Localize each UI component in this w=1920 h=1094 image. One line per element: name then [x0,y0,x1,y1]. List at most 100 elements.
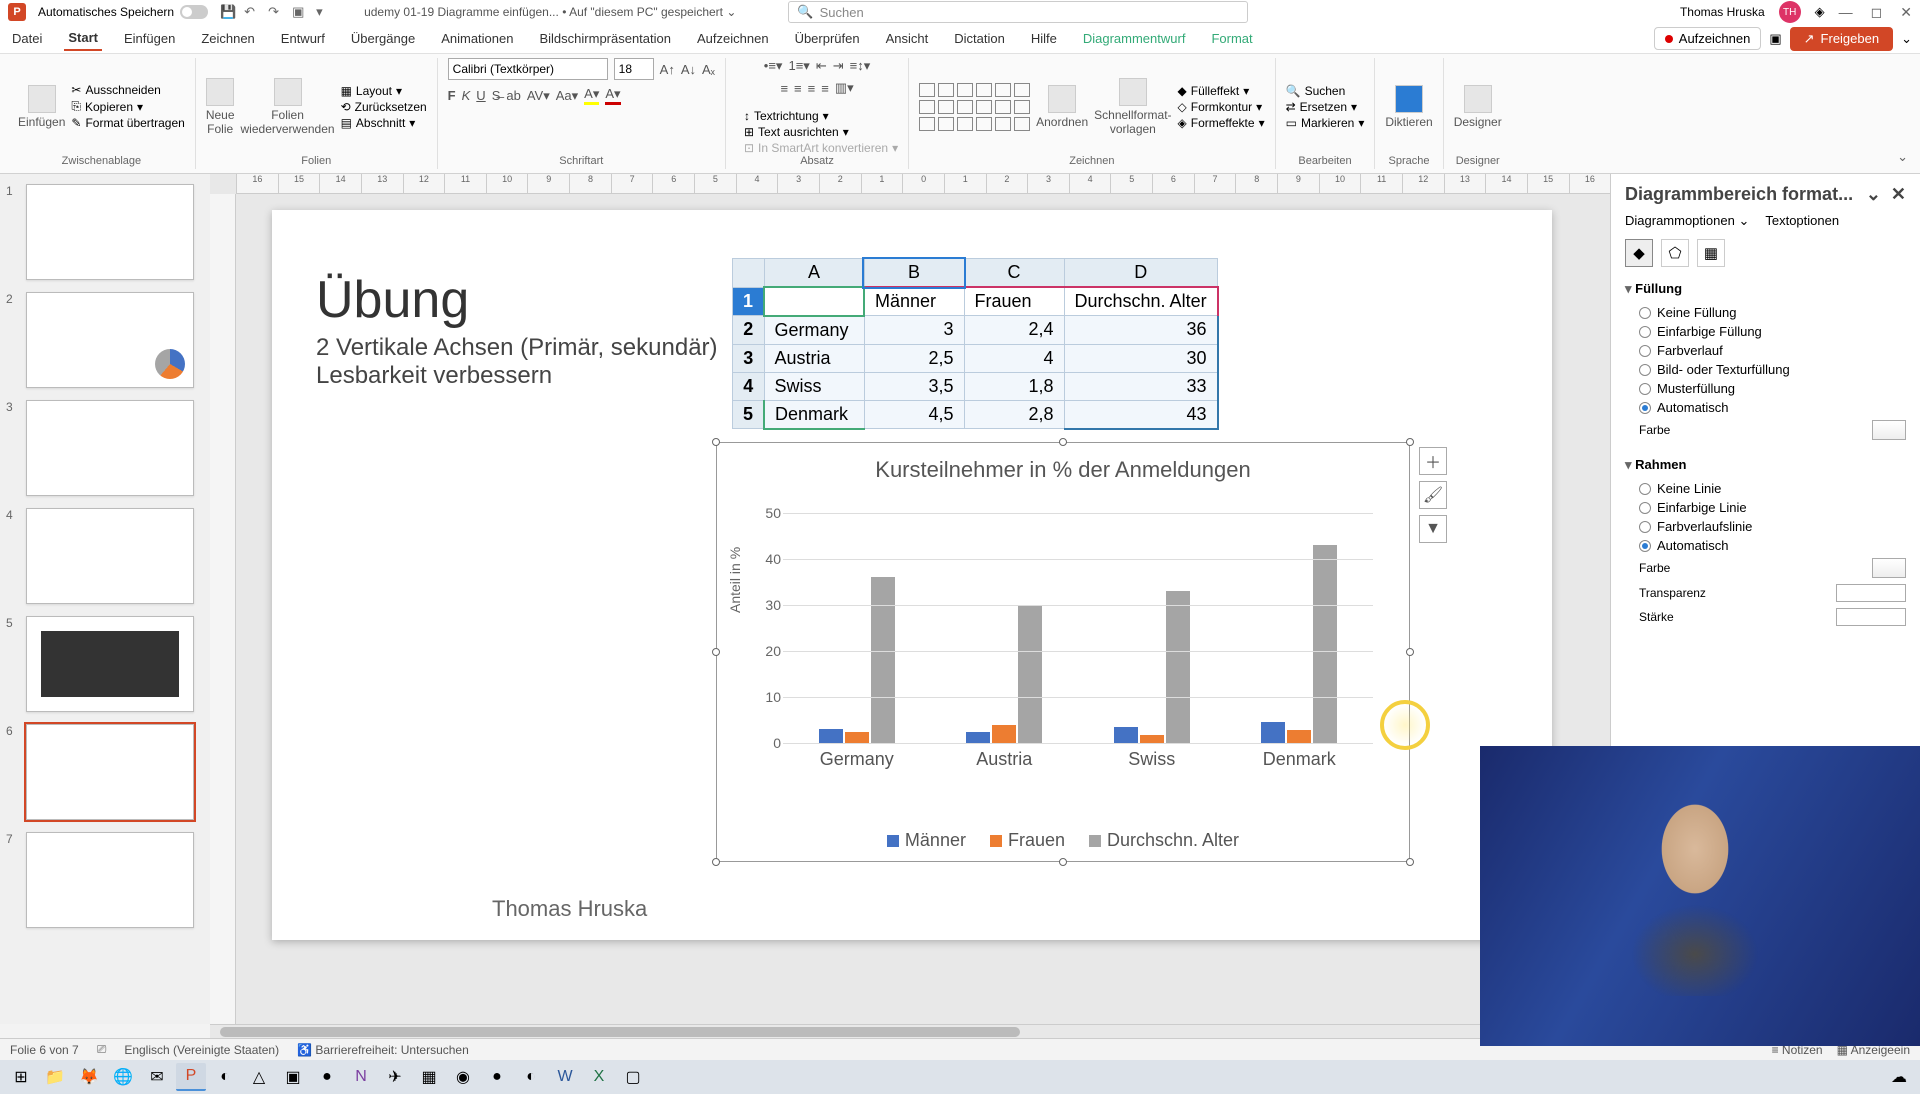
tab-ansicht[interactable]: Ansicht [882,27,933,50]
fill-none-radio[interactable]: Keine Füllung [1625,303,1906,322]
transparency-input[interactable] [1836,584,1906,602]
record-button[interactable]: Aufzeichnen [1654,27,1762,50]
chart-data-table[interactable]: A B C D 1 Männer Frauen Durchschn. Alter… [732,258,1219,430]
slide[interactable]: Übung 2 Vertikale Achsen (Primär, sekund… [272,210,1552,940]
cloud-sync-icon[interactable]: ◈ [1815,4,1825,20]
numbering-icon[interactable]: 1≡▾ [788,58,809,74]
share-button[interactable]: ↗Freigeben [1790,27,1893,51]
border-section-header[interactable]: Rahmen [1625,457,1906,473]
border-solid-radio[interactable]: Einfarbige Linie [1625,498,1906,517]
fill-section-header[interactable]: Füllung [1625,281,1906,297]
chevron-down-icon[interactable]: ⌄ [1901,31,1912,47]
slide-canvas[interactable]: 1615141312111098765432101234567891011121… [210,174,1610,1024]
thumbnail-6[interactable] [26,724,194,820]
onenote-icon[interactable]: N [346,1063,376,1091]
y-axis-label[interactable]: Anteil in % [727,547,743,613]
app-icon[interactable]: ▦ [414,1063,444,1091]
tab-entwurf[interactable]: Entwurf [277,27,329,50]
size-props-tab-icon[interactable]: ▦ [1697,239,1725,267]
tab-datei[interactable]: Datei [8,27,46,50]
shape-effects-button[interactable]: ◈ Formeffekte ▾ [1178,116,1265,130]
resize-handle[interactable] [712,858,720,866]
align-text-button[interactable]: ⊞ Text ausrichten ▾ [744,125,898,139]
slide-counter[interactable]: Folie 6 von 7 [10,1043,79,1057]
save-icon[interactable]: 💾 [220,4,236,20]
vlc-icon[interactable]: △ [244,1063,274,1091]
fill-pattern-radio[interactable]: Musterfüllung [1625,379,1906,398]
resize-handle[interactable] [1059,858,1067,866]
copy-button[interactable]: ⎘ Kopieren ▾ [71,99,184,114]
tab-ueberpruefen[interactable]: Überprüfen [791,27,864,50]
resize-handle[interactable] [1059,438,1067,446]
tab-praesentation[interactable]: Bildschirmpräsentation [535,27,675,50]
dictate-button[interactable]: Diktieren [1385,85,1432,129]
resize-handle[interactable] [1406,648,1414,656]
tab-uebergaenge[interactable]: Übergänge [347,27,419,50]
shapes-gallery[interactable] [919,83,1030,131]
smartart-button[interactable]: ⊡ In SmartArt konvertieren ▾ [744,141,898,155]
italic-button[interactable]: K [462,88,471,103]
fill-picture-radio[interactable]: Bild- oder Texturfüllung [1625,360,1906,379]
find-button[interactable]: 🔍 Suchen [1286,84,1365,98]
strike-button[interactable]: S̶ [492,88,501,103]
slide-thumbnails-panel[interactable]: 1 2 3 4 5 6 7 [0,174,210,1024]
underline-button[interactable]: U [476,88,485,103]
powerpoint-taskbar-icon[interactable]: P [176,1063,206,1091]
shadow-button[interactable]: ab [506,88,520,103]
minimize-icon[interactable]: — [1839,4,1853,21]
outlook-icon[interactable]: ✉ [142,1063,172,1091]
search-input[interactable]: 🔍 Suchen [788,1,1248,23]
align-center-icon[interactable]: ≡ [794,81,802,96]
weather-tray-icon[interactable]: ☁ [1884,1063,1914,1091]
thumbnail-1[interactable] [26,184,194,280]
effects-tab-icon[interactable]: ⬠ [1661,239,1689,267]
new-slide-button[interactable]: Neue Folie [206,78,235,136]
layout-button[interactable]: ▦ Layout ▾ [341,84,427,98]
shape-fill-button[interactable]: ◆ Fülleffekt ▾ [1178,84,1265,98]
app-icon[interactable]: ◐ [210,1063,240,1091]
fill-solid-radio[interactable]: Einfarbige Füllung [1625,322,1906,341]
clear-format-icon[interactable]: Aₓ [702,62,715,77]
resize-handle[interactable] [712,438,720,446]
border-none-radio[interactable]: Keine Linie [1625,479,1906,498]
chart-options-tab[interactable]: Diagrammoptionen ⌄ [1625,213,1749,229]
chart-filters-button[interactable]: ▼ [1419,515,1447,543]
border-gradient-radio[interactable]: Farbverlaufslinie [1625,517,1906,536]
thumbnail-5[interactable] [26,616,194,712]
section-button[interactable]: ▤ Abschnitt ▾ [341,116,427,130]
collapse-ribbon-icon[interactable]: ⌄ [1893,145,1912,169]
firefox-icon[interactable]: 🦊 [74,1063,104,1091]
thumbnail-7[interactable] [26,832,194,928]
paste-button[interactable]: Einfügen [18,85,65,129]
tab-dictation[interactable]: Dictation [950,27,1009,50]
highlight-color-button[interactable]: A▾ [584,86,599,105]
decrease-font-icon[interactable]: A↓ [681,62,696,77]
bold-button[interactable]: F [448,88,456,103]
resize-handle[interactable] [1406,858,1414,866]
border-color-picker[interactable] [1872,558,1906,578]
fill-line-tab-icon[interactable]: ◆ [1625,239,1653,267]
text-direction-button[interactable]: ↕ Textrichtung ▾ [744,109,898,123]
font-color-button[interactable]: A▾ [605,86,620,105]
toggle-icon[interactable] [180,5,208,19]
quick-styles-button[interactable]: Schnellformat- vorlagen [1094,78,1171,136]
format-painter-button[interactable]: ✎ Format übertragen [71,116,184,130]
tab-aufzeichnen[interactable]: Aufzeichnen [693,27,773,50]
file-explorer-icon[interactable]: 📁 [40,1063,70,1091]
pane-options-icon[interactable]: ⌄ [1866,184,1881,204]
maximize-icon[interactable]: ◻ [1871,4,1883,21]
fill-gradient-radio[interactable]: Farbverlauf [1625,341,1906,360]
fill-auto-radio[interactable]: Automatisch [1625,398,1906,417]
spellcheck-icon[interactable]: ⎚ [97,1042,107,1057]
font-size-select[interactable] [614,58,654,80]
qat-dropdown-icon[interactable]: ▾ [316,4,332,20]
chart-plot-area[interactable] [783,513,1373,743]
start-menu-icon[interactable]: ⊞ [6,1063,36,1091]
telegram-icon[interactable]: ✈ [380,1063,410,1091]
decrease-indent-icon[interactable]: ⇤ [816,58,827,74]
app-icon[interactable]: ● [312,1063,342,1091]
user-name[interactable]: Thomas Hruska [1680,5,1765,19]
app-icon[interactable]: ● [482,1063,512,1091]
chart-elements-button[interactable]: ＋ [1419,447,1447,475]
shape-outline-button[interactable]: ◇ Formkontur ▾ [1178,100,1265,114]
